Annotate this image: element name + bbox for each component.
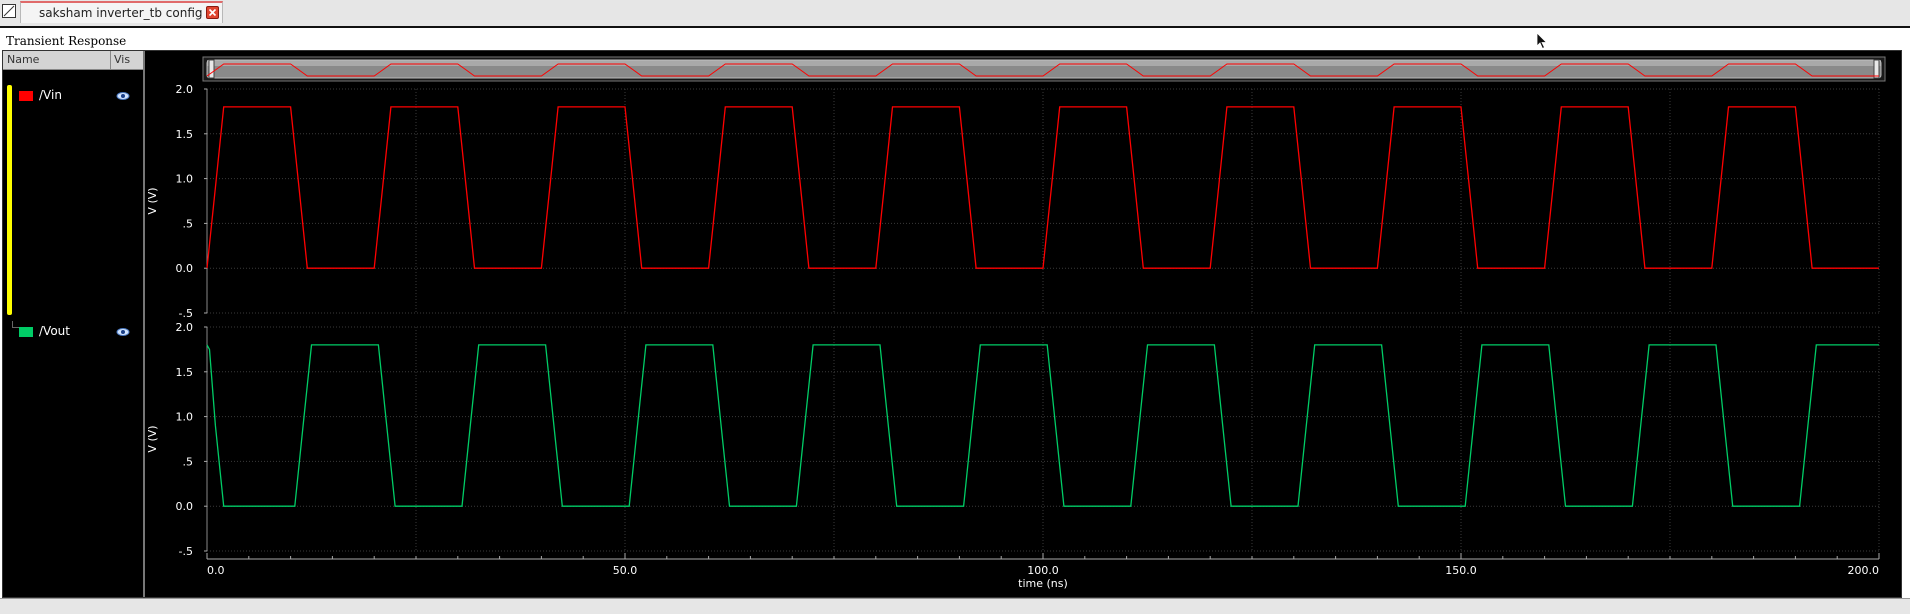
scroll-handle-left[interactable]: [208, 59, 215, 79]
eye-icon[interactable]: [116, 90, 130, 102]
x-axis-label: time (ns): [1018, 577, 1068, 590]
y-tick-label: 0.0: [176, 500, 194, 513]
tab-bar: saksham inverter_tb config: [0, 0, 1910, 28]
column-divider[interactable]: [110, 51, 111, 69]
window-icon: [2, 4, 16, 18]
y-axis-label: V (V): [146, 425, 159, 452]
overview-scrollbar[interactable]: [202, 56, 1886, 82]
y-tick-label: .5: [183, 217, 194, 230]
y-tick-label: 1.0: [176, 173, 194, 186]
signal-row-vout[interactable]: /Vout: [3, 323, 143, 341]
y-tick-label: -.5: [179, 307, 193, 320]
signal-name: /Vout: [39, 324, 70, 338]
eye-icon[interactable]: [116, 326, 130, 338]
y-tick-label: 1.0: [176, 411, 194, 424]
vis-column-header[interactable]: Vis: [114, 53, 130, 66]
y-tick-label: .5: [183, 455, 194, 468]
tab-saksham-inverter-tb[interactable]: saksham inverter_tb config: [20, 1, 223, 23]
window-title: Transient Response: [6, 34, 127, 48]
strip-1[interactable]: 2.0 1.5 1.0 .5 0.0 -.5 V (V): [146, 83, 1880, 320]
tab-label: saksham inverter_tb config: [39, 6, 203, 20]
status-bar: [0, 598, 1910, 614]
legend-header: Name Vis: [3, 51, 143, 70]
waveform-plot[interactable]: 2.0 1.5 1.0 .5 0.0 -.5 V (V) 2.0 1.5 1.0 .5 0.0 -.5 V…: [145, 51, 1901, 597]
signal-name: /Vin: [39, 88, 62, 102]
y-tick-label: 1.5: [176, 128, 194, 141]
y-tick-label: 1.5: [176, 366, 194, 379]
plot-area[interactable]: 2.0 1.5 1.0 .5 0.0 -.5 V (V) 2.0 1.5 1.0 .5 0.0 -.5 V…: [145, 51, 1901, 597]
y-tick-label: -.5: [179, 545, 193, 558]
x-axis: 0.0 50.0 100.0 150.0 200.0 time (ns): [206, 553, 1880, 590]
signal-legend: Name Vis /Vin /Vout: [3, 51, 145, 597]
color-swatch: [19, 91, 33, 101]
x-tick-label: 150.0: [1445, 564, 1477, 577]
close-icon[interactable]: [206, 6, 219, 19]
y-tick-label: 0.0: [176, 262, 194, 275]
y-tick-label: 2.0: [176, 83, 194, 96]
mouse-cursor-icon: [1536, 32, 1548, 50]
x-tick-label: 200.0: [1848, 564, 1880, 577]
scroll-handle-right[interactable]: [1873, 59, 1880, 79]
color-swatch: [19, 327, 33, 337]
strip-selection-bar[interactable]: [7, 85, 12, 315]
strip-2[interactable]: 2.0 1.5 1.0 .5 0.0 -.5 V (V): [146, 321, 1880, 558]
x-tick-label: 50.0: [613, 564, 638, 577]
waveform-window: Name Vis /Vin /Vout 2.0 1.5 1.0 .5 0.0 -.5 V (…: [2, 50, 1902, 598]
x-tick-label: 100.0: [1027, 564, 1059, 577]
y-tick-label: 2.0: [176, 321, 194, 334]
name-column-header[interactable]: Name: [7, 53, 39, 66]
x-tick-label: 0.0: [207, 564, 225, 577]
y-axis-label: V (V): [146, 187, 159, 214]
signal-row-vin[interactable]: /Vin: [3, 87, 143, 105]
